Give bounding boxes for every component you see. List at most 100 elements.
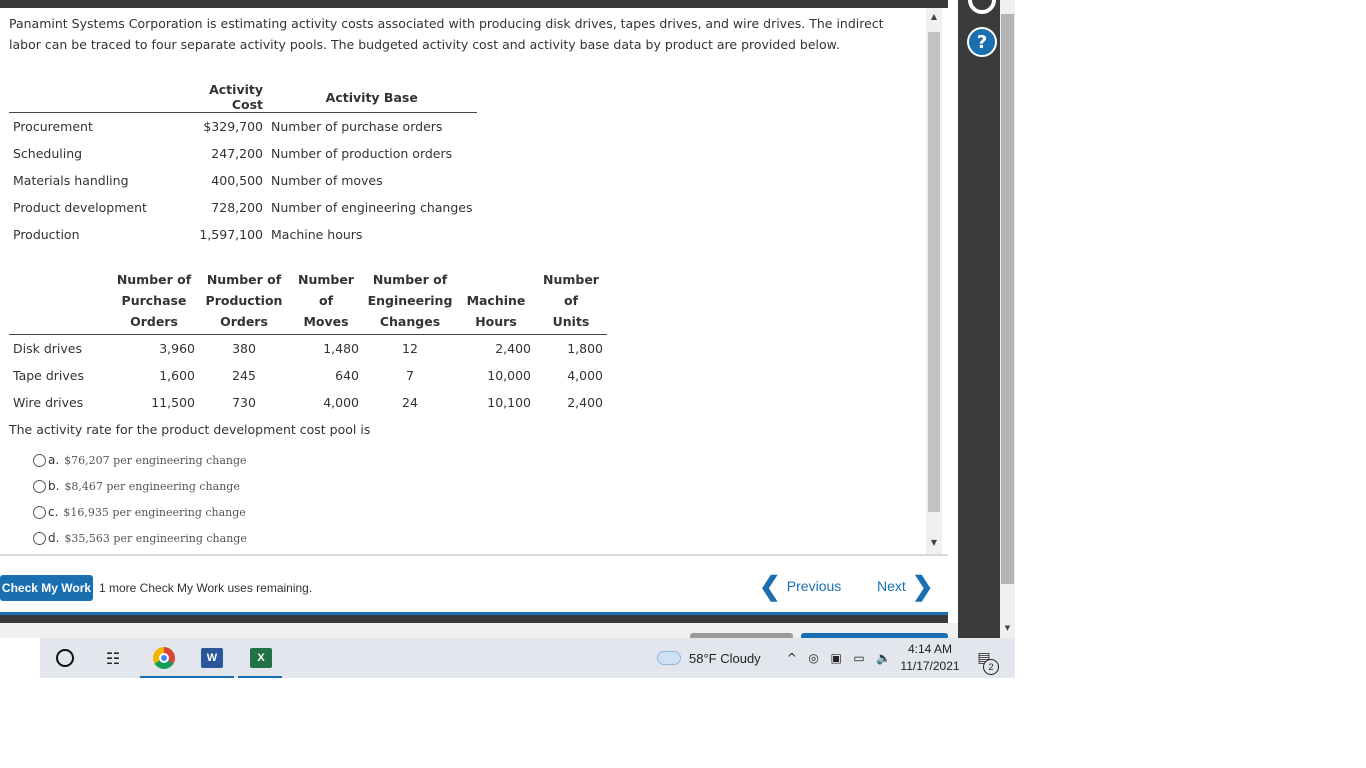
header-line: Engineering xyxy=(367,293,453,308)
taskbar-search-box[interactable] xyxy=(0,638,40,678)
table-row: Production 1,597,100 Machine hours xyxy=(9,221,477,248)
table-header-blank xyxy=(9,82,174,113)
word-active-indicator xyxy=(188,676,234,678)
question-footer: Check My Work 1 more Check My Work uses … xyxy=(0,556,948,612)
radio-button[interactable] xyxy=(33,453,46,467)
cell-moves: 640 xyxy=(335,368,359,383)
system-tray[interactable]: ^ ◎ ▣ ▭ 🔈 xyxy=(781,638,897,678)
page-scrollbar[interactable]: ▼ xyxy=(1000,0,1015,638)
activity-base: Number of moves xyxy=(271,173,383,188)
activity-cost: 247,200 xyxy=(211,146,263,161)
cell-engineering-changes: 7 xyxy=(406,368,414,383)
table-row: Wire drives 11,500 730 4,000 24 10,100 2… xyxy=(9,389,607,416)
next-button[interactable]: Next ❯ xyxy=(877,573,934,599)
radio-button[interactable] xyxy=(33,479,46,493)
cell-purchase-orders: 3,960 xyxy=(159,341,195,356)
option-text: $35,563 per engineering change xyxy=(64,531,247,545)
scroll-down-icon[interactable]: ▼ xyxy=(926,534,942,550)
activity-base: Number of production orders xyxy=(271,146,453,161)
weather-widget[interactable]: 58°F Cloudy xyxy=(657,638,777,678)
header-production-orders: Number of Production Orders xyxy=(199,266,289,335)
word-icon[interactable]: W xyxy=(199,638,225,678)
option-letter: d. xyxy=(48,531,60,545)
cell-moves: 4,000 xyxy=(323,395,359,410)
chevron-up-icon[interactable]: ^ xyxy=(787,651,797,665)
header-machine-hours: Machine Hours xyxy=(457,266,535,335)
cell-units: 2,400 xyxy=(567,395,603,410)
answer-option-a[interactable]: a. $76,207 per engineering change xyxy=(33,452,247,468)
question-text: The activity rate for the product develo… xyxy=(9,422,371,437)
answer-option-d[interactable]: d. $35,563 per engineering change xyxy=(33,530,247,546)
radio-button[interactable] xyxy=(33,505,46,519)
chevron-left-icon: ❮ xyxy=(759,571,781,601)
header-line: of xyxy=(563,293,579,308)
scrollbar-thumb[interactable] xyxy=(928,32,940,512)
table-header-row: Activity Cost Activity Base xyxy=(9,82,477,113)
activity-base: Number of purchase orders xyxy=(271,119,443,134)
cell-engineering-changes: 24 xyxy=(402,395,418,410)
table-row: Scheduling 247,200 Number of production … xyxy=(9,140,477,167)
previous-label: Previous xyxy=(786,578,842,594)
header-line: Number xyxy=(298,272,354,287)
chrome-icon[interactable] xyxy=(150,638,178,678)
window-bottom-bar xyxy=(0,615,948,623)
check-remaining-text: 1 more Check My Work uses remaining. xyxy=(99,581,313,595)
side-panel xyxy=(958,0,1000,638)
option-letter: c. xyxy=(48,505,59,519)
activity-cost-table: Activity Cost Activity Base Procurement … xyxy=(9,82,477,248)
battery-icon[interactable]: ▭ xyxy=(853,651,864,665)
header-moves: Number of Moves xyxy=(289,266,363,335)
cortana-icon[interactable] xyxy=(54,638,76,678)
chrome-active-indicator xyxy=(140,676,188,678)
header-line: of xyxy=(318,293,334,308)
meet-now-icon[interactable]: ◎ xyxy=(808,651,818,665)
activity-cost: 1,597,100 xyxy=(199,227,263,242)
header-line: Moves xyxy=(303,314,349,329)
cell-machine-hours: 2,400 xyxy=(495,341,531,356)
task-view-icon[interactable]: ☷ xyxy=(101,638,125,678)
cell-units: 4,000 xyxy=(567,368,603,383)
scroll-up-icon[interactable]: ▲ xyxy=(926,8,942,24)
header-engineering-changes: Number of Engineering Changes xyxy=(363,266,457,335)
content-scrollbar[interactable]: ▲ ▼ xyxy=(926,8,942,554)
cell-purchase-orders: 11,500 xyxy=(151,395,195,410)
scrollbar-thumb[interactable] xyxy=(1001,14,1014,584)
excel-active-indicator xyxy=(238,676,282,678)
radio-button[interactable] xyxy=(33,531,46,545)
volume-icon[interactable]: 🔈 xyxy=(876,651,891,665)
activity-pool: Scheduling xyxy=(13,146,83,161)
header-line: Number xyxy=(543,272,599,287)
table-row: Procurement $329,700 Number of purchase … xyxy=(9,113,477,141)
display-icon[interactable]: ▣ xyxy=(830,651,841,665)
activity-pool: Materials handling xyxy=(13,173,129,188)
excel-letter: X xyxy=(250,648,272,668)
chevron-right-icon: ❯ xyxy=(911,571,934,601)
word-letter: W xyxy=(201,648,223,668)
answer-option-b[interactable]: b. $8,467 per engineering change xyxy=(33,478,240,494)
cloud-icon xyxy=(657,651,681,665)
activity-cost: $329,700 xyxy=(203,119,263,134)
header-line: Orders xyxy=(220,314,268,329)
header-purchase-orders: Number of Purchase Orders xyxy=(109,266,199,335)
scroll-down-icon[interactable]: ▼ xyxy=(1000,622,1015,634)
cell-machine-hours: 10,000 xyxy=(487,368,531,383)
activity-cost: 400,500 xyxy=(211,173,263,188)
help-icon[interactable]: ? xyxy=(967,27,997,57)
activity-pool: Product development xyxy=(13,200,147,215)
header-line: Orders xyxy=(130,314,178,329)
table-row: Disk drives 3,960 380 1,480 12 2,400 1,8… xyxy=(9,335,607,363)
table-header-activity-base: Activity Base xyxy=(267,82,477,113)
excel-icon[interactable]: X xyxy=(248,638,274,678)
check-my-work-button[interactable]: Check My Work xyxy=(0,575,93,601)
header-line: Hours xyxy=(475,314,517,329)
answer-option-c[interactable]: c. $16,935 per engineering change xyxy=(33,504,246,520)
previous-button[interactable]: ❮ Previous xyxy=(759,573,841,599)
cell-moves: 1,480 xyxy=(323,341,359,356)
table-header-activity-cost: Activity Cost xyxy=(174,82,267,113)
header-line: Units xyxy=(552,314,590,329)
table-header-row: Number of Purchase Orders Number of Prod… xyxy=(9,266,607,335)
product-activity-table: Number of Purchase Orders Number of Prod… xyxy=(9,266,607,416)
option-letter: b. xyxy=(48,479,60,493)
activity-pool: Production xyxy=(13,227,80,242)
taskbar-clock[interactable]: 4:14 AM 11/17/2021 xyxy=(898,638,962,678)
